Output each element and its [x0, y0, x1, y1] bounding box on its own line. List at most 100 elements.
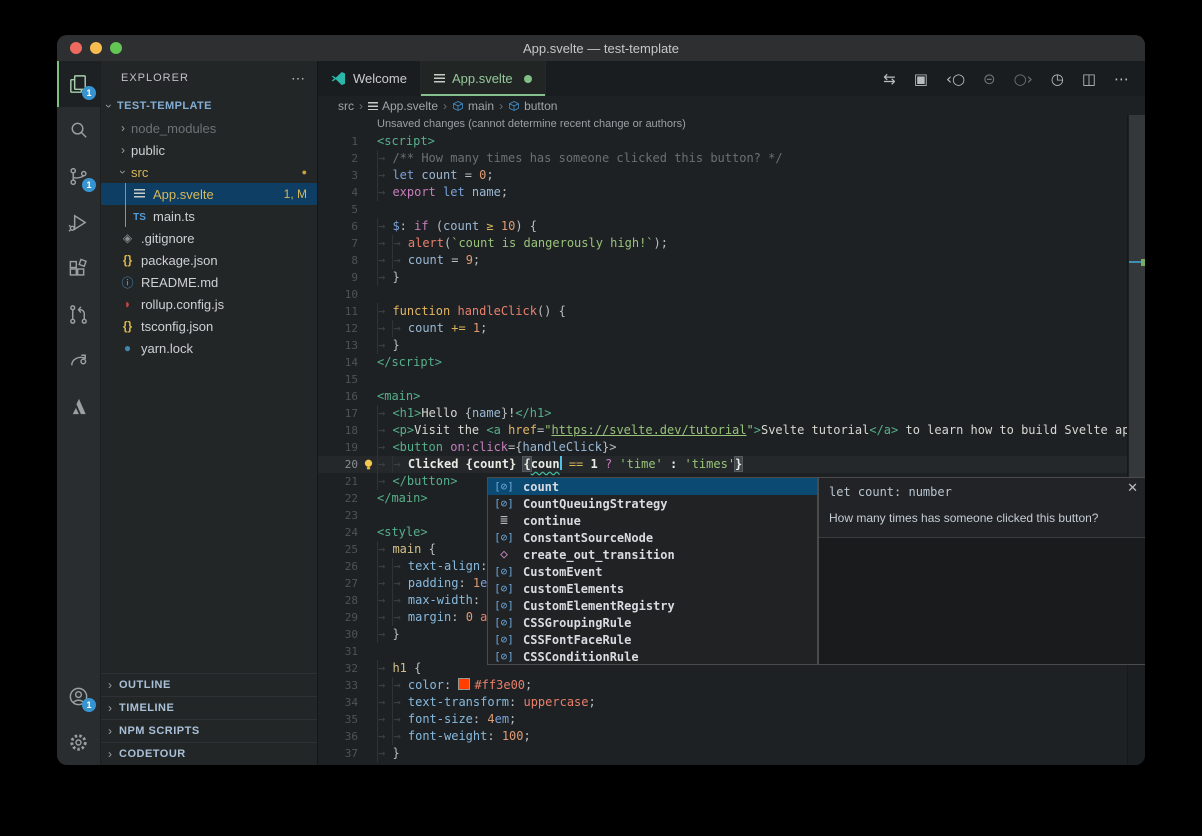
json-file-icon: {} — [119, 319, 136, 333]
tree-item-node-modules[interactable]: ›node_modules — [101, 117, 317, 139]
code-line-5[interactable]: 5 — [318, 201, 1128, 218]
titlebar[interactable]: App.svelte — test-template — [57, 35, 1145, 61]
tree-item-package-json[interactable]: {}package.json — [101, 249, 317, 271]
info-file-icon: ⓘ — [119, 274, 136, 291]
code-line-2[interactable]: 2→/** How many times has someone clicked… — [318, 150, 1128, 167]
intellisense-suggest-list: [⊘]count[⊘]CountQueuingStrategy≣continue… — [487, 477, 818, 665]
code-line-12[interactable]: 12→→count += 1; — [318, 320, 1128, 337]
activity-github-pulls-icon[interactable] — [57, 291, 100, 337]
scrollbar-thumb[interactable] — [1129, 115, 1145, 477]
code-line-34[interactable]: 34→→text-transform: uppercase; — [318, 694, 1128, 711]
code-line-18[interactable]: 18→<p>Visit the <a href="https://svelte.… — [318, 422, 1128, 439]
code-line-37[interactable]: 37→} — [318, 745, 1128, 762]
code-line-7[interactable]: 7→→alert(`count is dangerously high!`); — [318, 235, 1128, 252]
tree-item-yarn-lock[interactable]: ●yarn.lock — [101, 337, 317, 359]
sidebar-section-outline[interactable]: ›OUTLINE — [101, 673, 317, 696]
code-line-9[interactable]: 9→} — [318, 269, 1128, 286]
open-preview-icon[interactable]: ▣ — [914, 70, 928, 88]
code-line-1[interactable]: 1<script> — [318, 133, 1128, 150]
code-line-4[interactable]: 4→export let name; — [318, 184, 1128, 201]
tree-item--gitignore[interactable]: ◈.gitignore — [101, 227, 317, 249]
code-line-11[interactable]: 11→function handleClick() { — [318, 303, 1128, 320]
line-number: 32 — [318, 660, 358, 677]
sidebar-section-npm-scripts[interactable]: ›NPM SCRIPTS — [101, 719, 317, 742]
code-line-36[interactable]: 36→→font-weight: 100; — [318, 728, 1128, 745]
tree-item-public[interactable]: ›public — [101, 139, 317, 161]
sidebar-section-codetour[interactable]: ›CODETOUR — [101, 742, 317, 765]
activity-search-icon[interactable] — [57, 107, 100, 153]
activity-live-share-icon[interactable] — [57, 337, 100, 383]
activity-extensions-icon[interactable] — [57, 245, 100, 291]
tab-app-svelte[interactable]: App.svelte — [421, 61, 546, 96]
code-line-10[interactable]: 10 — [318, 286, 1128, 303]
chevron-right-icon: › — [115, 121, 131, 135]
tree-item-tsconfig-json[interactable]: {}tsconfig.json — [101, 315, 317, 337]
color-swatch[interactable] — [458, 678, 470, 690]
activity-explorer-icon[interactable]: 1 — [57, 61, 100, 107]
lightbulb-icon[interactable] — [362, 458, 375, 471]
svelte-icon — [434, 74, 445, 83]
dirty-indicator-dot[interactable] — [524, 75, 532, 83]
code-line-35[interactable]: 35→→font-size: 4em; — [318, 711, 1128, 728]
tour-step-previous-icon[interactable]: ‹○ — [946, 70, 965, 88]
tree-item-app-svelte[interactable]: App.svelte1, M — [101, 183, 317, 205]
code-line-14[interactable]: 14</script> — [318, 354, 1128, 371]
line-number: 21 — [318, 473, 358, 490]
code-line-8[interactable]: 8→→count = 9; — [318, 252, 1128, 269]
close-icon[interactable]: ✕ — [1127, 481, 1138, 496]
tour-step-current-icon[interactable]: ⊝ — [983, 70, 996, 88]
code-line-13[interactable]: 13→} — [318, 337, 1128, 354]
code-line-6[interactable]: 6→$: if (count ≥ 10) { — [318, 218, 1128, 235]
suggest-item-cssgroupingrule[interactable]: [⊘]CSSGroupingRule — [488, 614, 817, 631]
json-file-icon: {} — [119, 253, 136, 267]
record-codetour-icon[interactable]: ◷ — [1051, 70, 1064, 88]
activity-source-control-icon[interactable]: 1 — [57, 153, 100, 199]
unsaved-changes-notice: Unsaved changes (cannot determine recent… — [377, 118, 686, 130]
breadcrumb-item-main[interactable]: main — [452, 99, 494, 113]
activity-run-debug-icon[interactable] — [57, 199, 100, 245]
activity-account-icon[interactable]: 1 — [57, 673, 100, 719]
code-line-17[interactable]: 17→<h1>Hello {name}!</h1> — [318, 405, 1128, 422]
suggest-item-cssfontfacerule[interactable]: [⊘]CSSFontFaceRule — [488, 631, 817, 648]
suggest-item-count[interactable]: [⊘]count — [488, 478, 817, 495]
suggest-item-customevent[interactable]: [⊘]CustomEvent — [488, 563, 817, 580]
suggest-item-customelements[interactable]: [⊘]customElements — [488, 580, 817, 597]
explorer-more-actions-icon[interactable]: ⋯ — [291, 70, 305, 87]
code-line-16[interactable]: 16<main> — [318, 388, 1128, 405]
activity-settings-icon[interactable] — [57, 719, 100, 765]
suggest-item-constantsourcenode[interactable]: [⊘]ConstantSourceNode — [488, 529, 817, 546]
sidebar-section-timeline[interactable]: ›TIMELINE — [101, 696, 317, 719]
code-line-33[interactable]: 33→→color: #ff3e00; — [318, 677, 1128, 694]
suggest-item-cssconditionrule[interactable]: [⊘]CSSConditionRule — [488, 648, 817, 665]
code-editor[interactable]: Unsaved changes (cannot determine recent… — [318, 115, 1145, 765]
file-name: src — [131, 165, 148, 180]
breadcrumb-item-app-svelte[interactable]: App.svelte — [368, 99, 438, 113]
more-actions-icon[interactable]: ⋯ — [1114, 70, 1129, 88]
code-line-19[interactable]: 19→<button on:click={handleClick}> — [318, 439, 1128, 456]
tree-item-rollup-config-js[interactable]: ◗rollup.config.js — [101, 293, 317, 315]
tree-item-readme-md[interactable]: ⓘREADME.md — [101, 271, 317, 293]
suggest-item-continue[interactable]: ≣continue — [488, 512, 817, 529]
tab-welcome[interactable]: Welcome — [318, 61, 421, 96]
code-line-20[interactable]: 20→→Clicked {count} {coun == 1 ? 'time' … — [318, 456, 1128, 473]
tab-label: Welcome — [353, 71, 407, 86]
file-name: main.ts — [153, 209, 195, 224]
symbol-cube-icon — [452, 100, 464, 112]
editor-scrollbar[interactable] — [1127, 115, 1145, 765]
breadcrumb-separator: › — [359, 99, 363, 113]
breadcrumb-item-button[interactable]: button — [508, 99, 557, 113]
code-line-3[interactable]: 3→let count = 0; — [318, 167, 1128, 184]
suggest-item-create_out_transition[interactable]: ◇create_out_transition — [488, 546, 817, 563]
open-changes-icon[interactable]: ⇆ — [883, 70, 896, 88]
tree-item-src[interactable]: ›src● — [101, 161, 317, 183]
breadcrumb-item-src[interactable]: src — [338, 99, 354, 113]
tree-root-test-template[interactable]: › TEST-TEMPLATE — [101, 95, 317, 117]
file-name: App.svelte — [153, 187, 214, 202]
activity-azure-icon[interactable] — [57, 383, 100, 429]
suggest-item-countqueuingstrategy[interactable]: [⊘]CountQueuingStrategy — [488, 495, 817, 512]
suggest-item-customelementregistry[interactable]: [⊘]CustomElementRegistry — [488, 597, 817, 614]
code-line-15[interactable]: 15 — [318, 371, 1128, 388]
split-editor-icon[interactable]: ◫ — [1082, 70, 1096, 88]
tree-item-main-ts[interactable]: TSmain.ts — [101, 205, 317, 227]
tour-step-next-icon[interactable]: ○› — [1014, 70, 1033, 88]
